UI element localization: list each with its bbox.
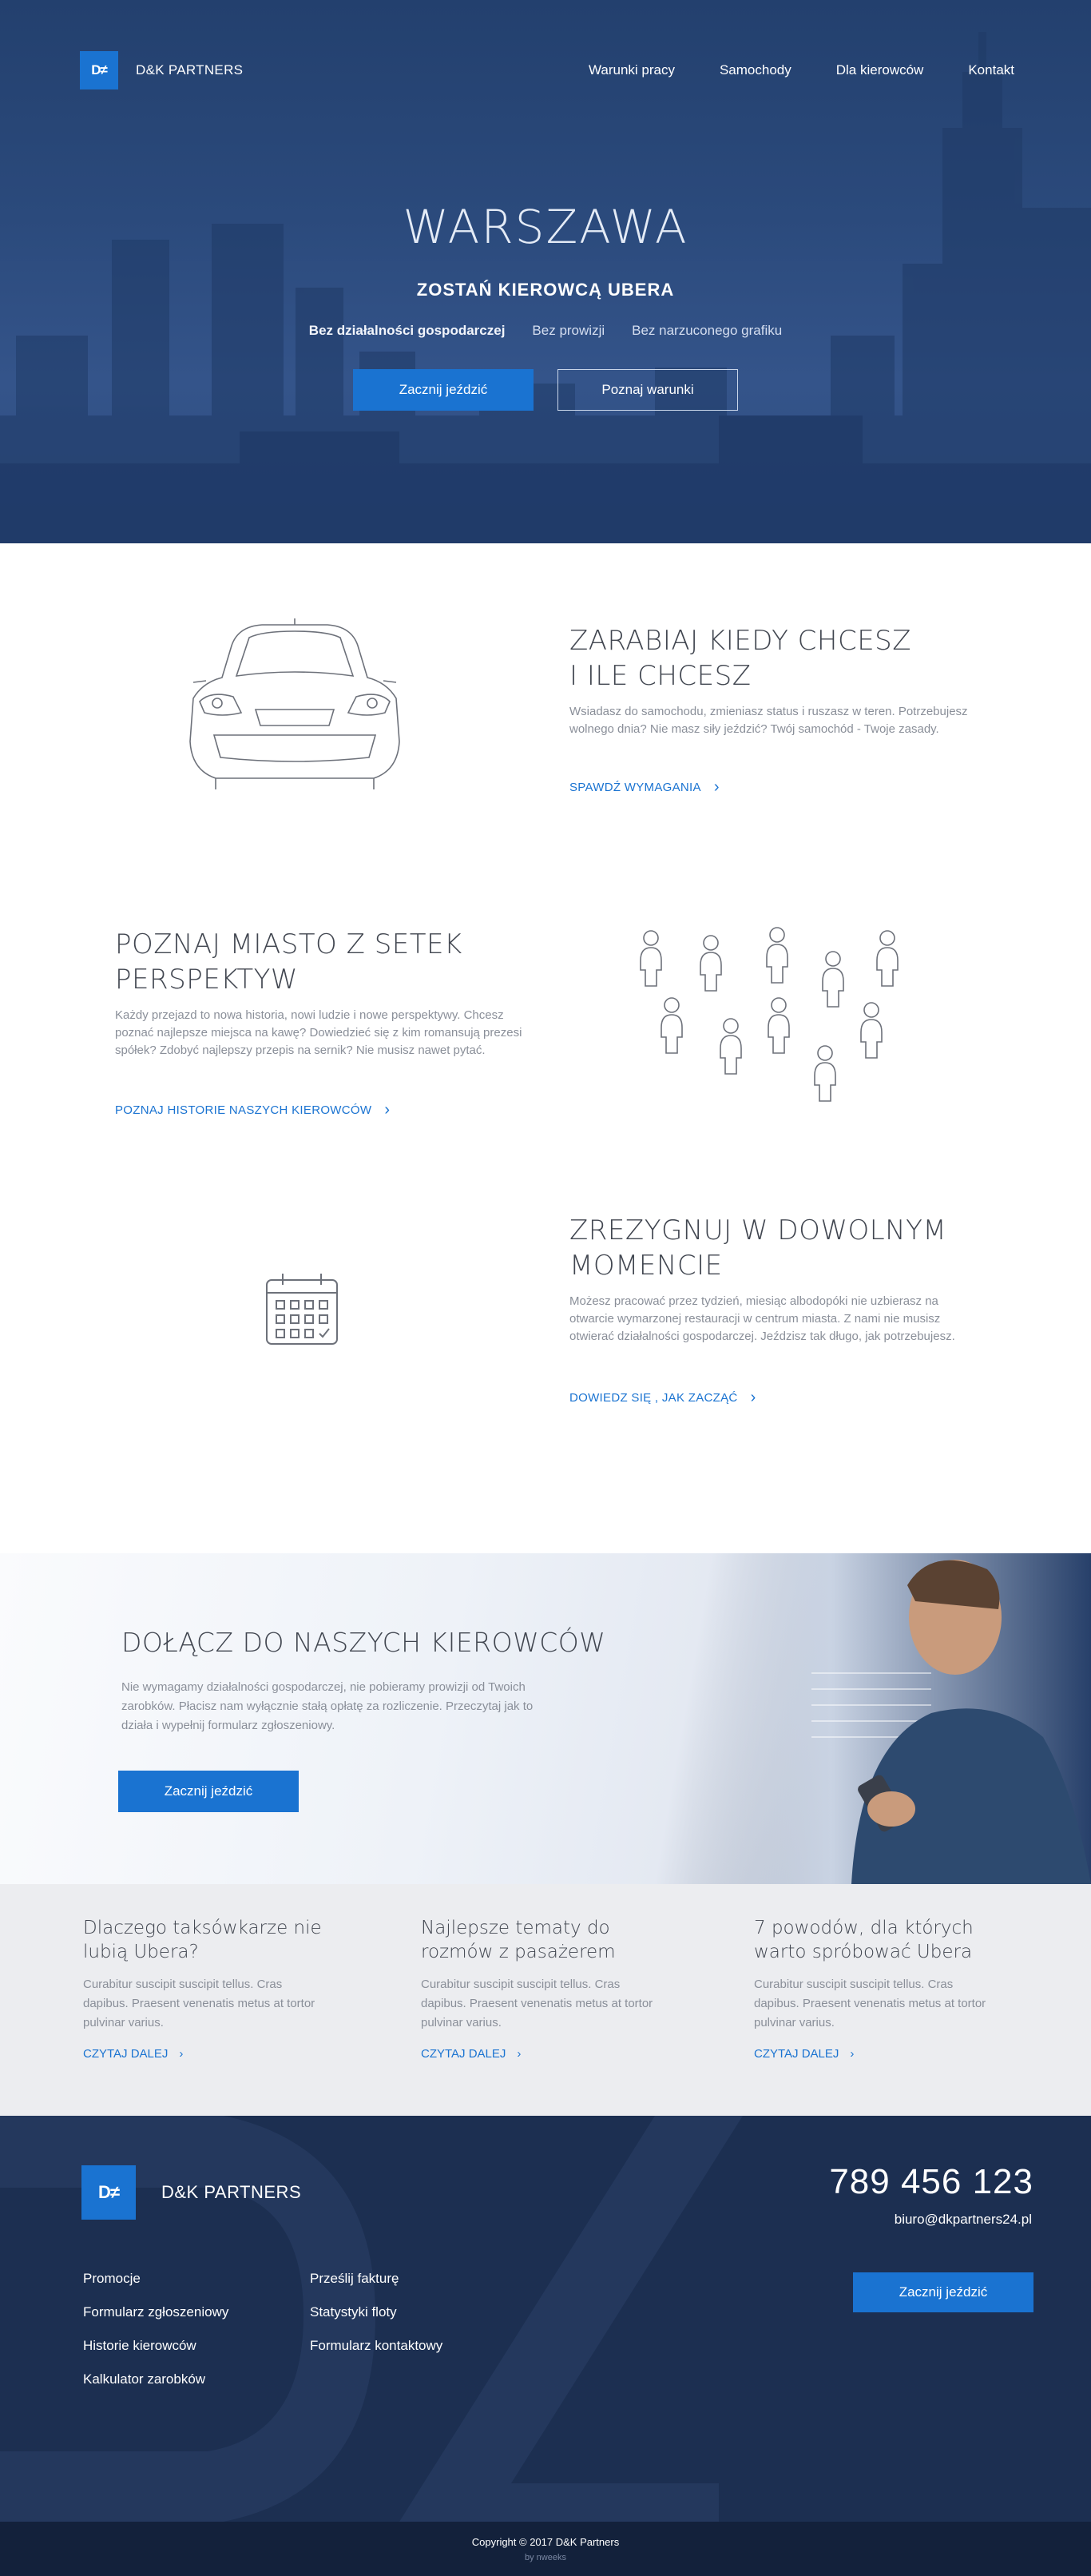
footer-button-wrap: Zacznij jeździć xyxy=(853,2272,1033,2312)
footer-links-col2: Prześlij fakturę Statystyki floty Formul… xyxy=(310,2271,442,2354)
link-label: POZNAJ HISTORIE NASZYCH KIEROWCÓW xyxy=(115,1103,372,1117)
chevron-right-icon: › xyxy=(179,2047,184,2061)
footer-link-formularz-kontaktowy[interactable]: Formularz kontaktowy xyxy=(310,2338,442,2354)
feature-title: POZNAJ MIASTO Z SETEK PERSPEKTYW xyxy=(115,927,462,997)
chevron-right-icon: › xyxy=(750,1389,756,1406)
feature-title-line: ZREZYGNUJ W DOWOLNYM xyxy=(569,1214,947,1246)
footer-start-driving-button[interactable]: Zacznij jeździć xyxy=(853,2272,1033,2312)
chevron-right-icon: › xyxy=(713,778,720,796)
join-text: Nie wymagamy działalności gospodarczej, … xyxy=(121,1680,534,1732)
feature-title-line: I ILE CHCESZ xyxy=(569,660,752,692)
footer-link-formularz-zgloszeniowy[interactable]: Formularz zgłoszeniowy xyxy=(83,2304,228,2320)
hero-subtitle: ZOSTAŃ KIEROWCĄ UBERA xyxy=(416,280,675,300)
read-more-link[interactable]: CZYTAJ DALEJ › xyxy=(754,2047,994,2061)
articles-section: Dlaczego taksówkarze nie lubią Ubera? Cu… xyxy=(0,1884,1091,2116)
footer: D≠ D&K PARTNERS 789 456 123 biuro@dkpart… xyxy=(0,2116,1091,2522)
article-card: 7 powodów, dla których warto spróbować U… xyxy=(754,1916,994,2061)
article-card: Dlaczego taksówkarze nie lubią Ubera? Cu… xyxy=(83,1916,323,2061)
article-card: Najlepsze tematy do rozmów z pasażerem C… xyxy=(421,1916,661,2061)
footer-link-kalkulator-zarobkow[interactable]: Kalkulator zarobków xyxy=(83,2371,228,2387)
feature-title: ZARABIAJ KIEDY CHCESZ I ILE CHCESZ xyxy=(569,623,911,694)
dk-logo-icon[interactable]: D≠ xyxy=(80,51,118,89)
footer-email[interactable]: biuro@dkpartners24.pl xyxy=(895,2212,1032,2228)
car-icon xyxy=(189,618,400,789)
article-text: Curabitur suscipit suscipit tellus. Cras… xyxy=(421,1978,653,2029)
copyright-bar: Copyright © 2017 D&K Partners by nweeks xyxy=(0,2522,1091,2576)
feature-title-line: ZARABIAJ KIEDY CHCESZ xyxy=(569,625,912,657)
copyright-text: Copyright © 2017 D&K Partners xyxy=(471,2535,620,2548)
people-icon xyxy=(640,927,899,1102)
link-label: DOWIEDZ SIĘ , JAK ZACZĄĆ xyxy=(569,1391,738,1405)
nav-link-dla-kierowcow[interactable]: Dla kierowców xyxy=(836,62,924,78)
calendar-icon xyxy=(266,1274,338,1345)
footer-link-statystyki-floty[interactable]: Statystyki floty xyxy=(310,2304,442,2320)
dk-logo-icon[interactable]: D≠ xyxy=(81,2165,136,2220)
footer-link-historie-kierowcow[interactable]: Historie kierowców xyxy=(83,2338,228,2354)
hero-section: D≠ D&K PARTNERS Warunki pracy Samochody … xyxy=(0,0,1091,543)
article-title[interactable]: Najlepsze tematy do rozmów z pasażerem xyxy=(421,1916,661,1964)
feature-text: Możesz pracować przez tydzień, miesiąc a… xyxy=(569,1294,955,1343)
brand-name[interactable]: D&K PARTNERS xyxy=(136,62,243,78)
footer-links-col1: Promocje Formularz zgłoszeniowy Historie… xyxy=(83,2271,228,2387)
feature-quit: ZREZYGNUJ W DOWOLNYM MOMENCIE Możesz pra… xyxy=(0,1200,1091,1553)
nav-link-kontakt[interactable]: Kontakt xyxy=(968,62,1014,78)
hero-feature-item: Bez działalności gospodarczej xyxy=(308,323,506,338)
brand[interactable]: D≠ D&K PARTNERS xyxy=(80,51,243,89)
learn-conditions-button[interactable]: Poznaj warunki xyxy=(557,369,738,411)
hero-title: WARSZAWA xyxy=(403,200,688,254)
feature-earn: ZARABIAJ KIEDY CHCESZ I ILE CHCESZ Wsiad… xyxy=(0,606,1091,903)
join-button-wrap: Zacznij jeździć xyxy=(118,1771,299,1812)
feature-text: Każdy przejazd to nowa historia, nowi lu… xyxy=(115,1008,522,1057)
join-start-driving-button[interactable]: Zacznij jeździć xyxy=(118,1771,299,1812)
join-section: DOŁĄCZ DO NASZYCH KIEROWCÓW Nie wymagamy… xyxy=(0,1553,1091,1884)
footer-link-promocje[interactable]: Promocje xyxy=(83,2271,228,2287)
feature-title-line: PERSPEKTYW xyxy=(115,964,298,996)
how-to-start-link[interactable]: DOWIEDZ SIĘ , JAK ZACZĄĆ › xyxy=(569,1389,756,1407)
feature-title-line: MOMENCIE xyxy=(569,1250,723,1282)
hero-features: Bez działalności gospodarczej Bez prowiz… xyxy=(0,323,1091,339)
link-label: CZYTAJ DALEJ xyxy=(754,2047,839,2061)
footer-link-przeslij-fakture[interactable]: Prześlij fakturę xyxy=(310,2271,442,2287)
feature-title: ZREZYGNUJ W DOWOLNYM MOMENCIE xyxy=(569,1213,946,1283)
link-label: SPAWDŹ WYMAGANIA xyxy=(569,781,701,794)
nav-link-samochody[interactable]: Samochody xyxy=(720,62,791,78)
driver-stories-link[interactable]: POZNAJ HISTORIE NASZYCH KIEROWCÓW › xyxy=(115,1101,390,1119)
footer-phone[interactable]: 789 456 123 xyxy=(829,2162,1033,2202)
link-label: CZYTAJ DALEJ xyxy=(421,2047,506,2061)
link-label: CZYTAJ DALEJ xyxy=(83,2047,169,2061)
check-requirements-link[interactable]: SPAWDŹ WYMAGANIA › xyxy=(569,778,720,797)
read-more-link[interactable]: CZYTAJ DALEJ › xyxy=(421,2047,661,2061)
hero-buttons: Zacznij jeździć Poznaj warunki xyxy=(0,369,1091,411)
chevron-right-icon: › xyxy=(517,2047,522,2061)
article-text: Curabitur suscipit suscipit tellus. Cras… xyxy=(754,1978,986,2029)
credits-link[interactable]: by nweeks xyxy=(525,2553,566,2562)
chevron-right-icon: › xyxy=(850,2047,855,2061)
nav-link-warunki-pracy[interactable]: Warunki pracy xyxy=(589,62,675,78)
article-title[interactable]: 7 powodów, dla których warto spróbować U… xyxy=(754,1916,994,1964)
article-text: Curabitur suscipit suscipit tellus. Cras… xyxy=(83,1978,315,2029)
feature-text: Wsiadasz do samochodu, zmieniasz status … xyxy=(569,705,968,736)
hero-feature-item: Bez narzuconego grafiku xyxy=(632,323,783,338)
join-title: DOŁĄCZ DO NASZYCH KIEROWCÓW xyxy=(121,1627,606,1658)
feature-city: POZNAJ MIASTO Z SETEK PERSPEKTYW Każdy p… xyxy=(0,903,1091,1200)
start-driving-button[interactable]: Zacznij jeździć xyxy=(353,369,534,411)
feature-title-line: POZNAJ MIASTO Z SETEK xyxy=(115,928,462,960)
footer-brand-name: D&K PARTNERS xyxy=(161,2182,302,2202)
top-navigation: D≠ D&K PARTNERS Warunki pracy Samochody … xyxy=(80,48,1014,93)
read-more-link[interactable]: CZYTAJ DALEJ › xyxy=(83,2047,323,2061)
hero-feature-item: Bez prowizji xyxy=(532,323,605,338)
driver-with-phone-photo xyxy=(692,1553,1091,1884)
article-title[interactable]: Dlaczego taksówkarze nie lubią Ubera? xyxy=(83,1916,323,1964)
footer-brand[interactable]: D≠ D&K PARTNERS xyxy=(81,2165,301,2220)
nav-links: Warunki pracy Samochody Dla kierowców Ko… xyxy=(589,62,1014,78)
chevron-right-icon: › xyxy=(384,1101,391,1119)
